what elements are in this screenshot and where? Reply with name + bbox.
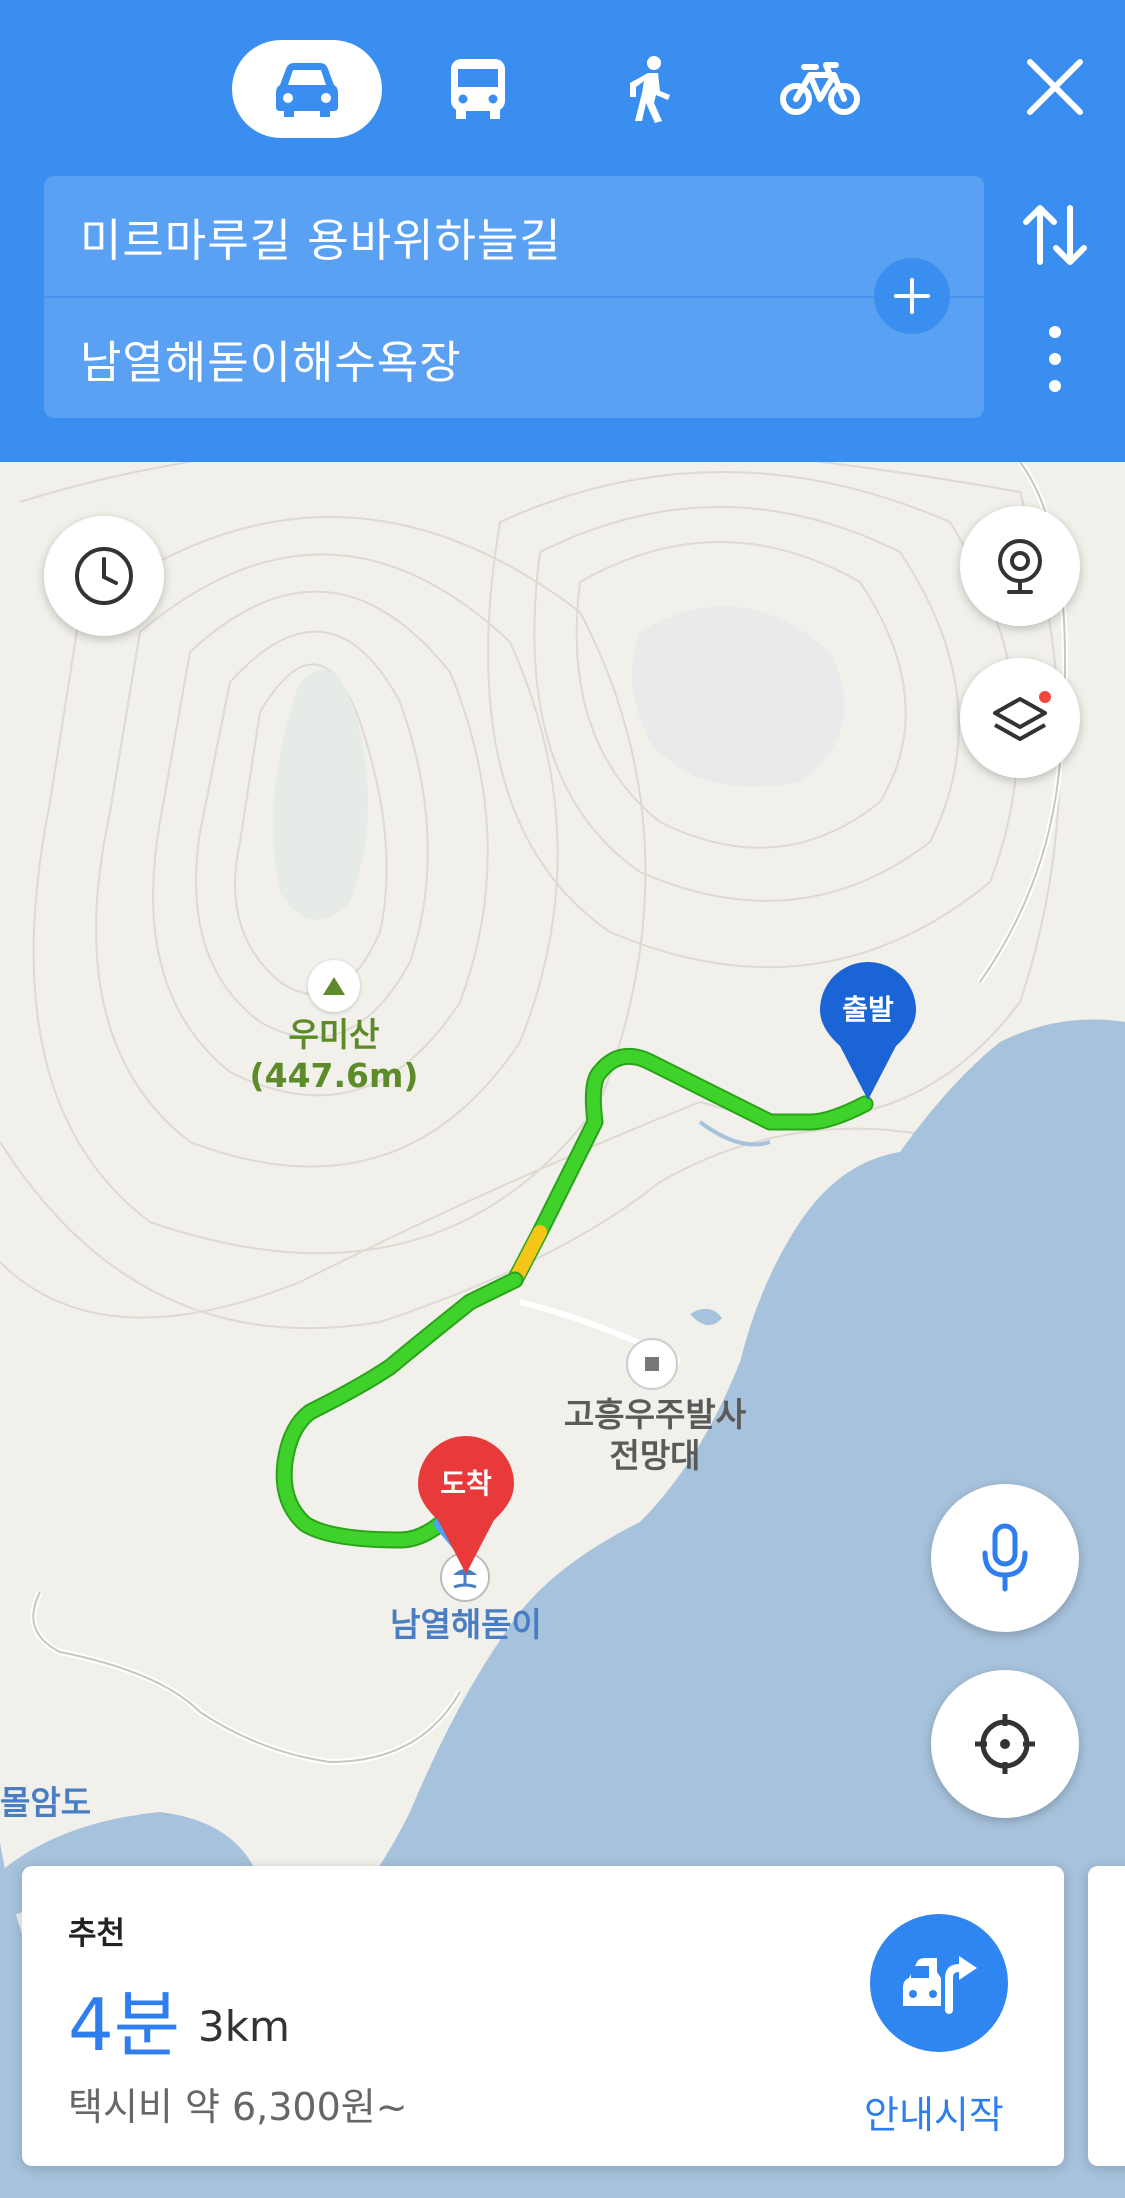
map-layers-button[interactable] (960, 658, 1080, 778)
bicycle-icon (780, 62, 860, 115)
origin-text: 미르마루길 용바위하늘길 (80, 213, 562, 267)
route-search-header: 미르마루길 용바위하늘길 남열해돋이해수욕장 (0, 0, 1125, 462)
swap-icon (1023, 205, 1087, 265)
recommended-label: 추천 (68, 1916, 126, 1952)
next-route-card[interactable] (1088, 1866, 1125, 2166)
car-icon (276, 63, 338, 117)
microphone-icon (982, 1523, 1028, 1592)
peak-height: (447.6m) (249, 1056, 419, 1096)
start-navigation-label[interactable]: 안내시작 (864, 2084, 1004, 2139)
peak-label[interactable]: 우미산 (447.6m) (234, 1014, 434, 1097)
bus-mode-tab[interactable] (403, 40, 553, 138)
more-vertical-icon (1049, 326, 1061, 392)
close-icon (1027, 59, 1083, 115)
poi-name-line1: 고흥우주발사 (563, 1395, 747, 1434)
bicycle-mode-tab[interactable] (745, 40, 895, 138)
cctv-button[interactable] (960, 506, 1080, 626)
navigation-car-icon (903, 1956, 977, 2014)
start-navigation-button[interactable] (870, 1914, 1008, 2052)
poi-square-icon (645, 1357, 659, 1371)
layers-icon (993, 691, 1051, 741)
island-label[interactable]: 몰암도 (0, 1782, 110, 1823)
start-pin[interactable]: 출발 (818, 962, 918, 1102)
poi-label[interactable]: 고흥우주발사 전망대 (530, 1394, 780, 1477)
end-pin-label: 도착 (440, 1467, 492, 1500)
webcam-icon (998, 539, 1042, 594)
voice-search-button[interactable] (931, 1484, 1079, 1632)
end-pin[interactable]: 도착 (416, 1436, 516, 1576)
end-pin-shape (418, 1436, 514, 1574)
start-pin-label: 출발 (842, 993, 894, 1026)
poi-name-line2: 전망대 (609, 1436, 701, 1476)
notification-dot (1039, 691, 1051, 703)
swap-button[interactable] (1020, 200, 1090, 270)
beach-label[interactable]: 남열해돋이 (366, 1604, 566, 1645)
bus-icon (451, 59, 505, 119)
route-duration: 4분 (68, 1983, 181, 2067)
recent-history-button[interactable] (44, 516, 164, 636)
taxi-fare: 택시비 약 6,300원~ (68, 2085, 408, 2129)
walk-mode-tab[interactable] (574, 40, 724, 138)
poi-marker[interactable] (626, 1338, 678, 1390)
route-distance: 3km (198, 2002, 290, 2051)
crosshair-icon (975, 1714, 1035, 1774)
car-mode-tab[interactable] (232, 40, 382, 138)
route-search-box: 미르마루길 용바위하늘길 남열해돋이해수욕장 (44, 176, 984, 418)
peak-name: 우미산 (288, 1015, 380, 1054)
origin-field[interactable]: 미르마루길 용바위하늘길 (80, 176, 562, 296)
start-pin-shape (820, 962, 916, 1100)
mountain-icon (323, 977, 345, 995)
add-waypoint-button[interactable] (874, 258, 950, 334)
walk-icon (630, 56, 670, 123)
close-button[interactable] (1020, 52, 1090, 122)
my-location-button[interactable] (931, 1670, 1079, 1818)
destination-text: 남열해돋이해수욕장 (80, 335, 462, 389)
destination-field[interactable]: 남열해돋이해수욕장 (80, 298, 462, 418)
more-options-button[interactable] (1030, 322, 1080, 396)
route-summary-card[interactable]: 추천 4분 3km 택시비 약 6,300원~ 안내시작 (22, 1866, 1064, 2166)
clock-icon (75, 547, 133, 605)
peak-marker[interactable] (308, 960, 360, 1012)
plus-icon (894, 278, 930, 314)
